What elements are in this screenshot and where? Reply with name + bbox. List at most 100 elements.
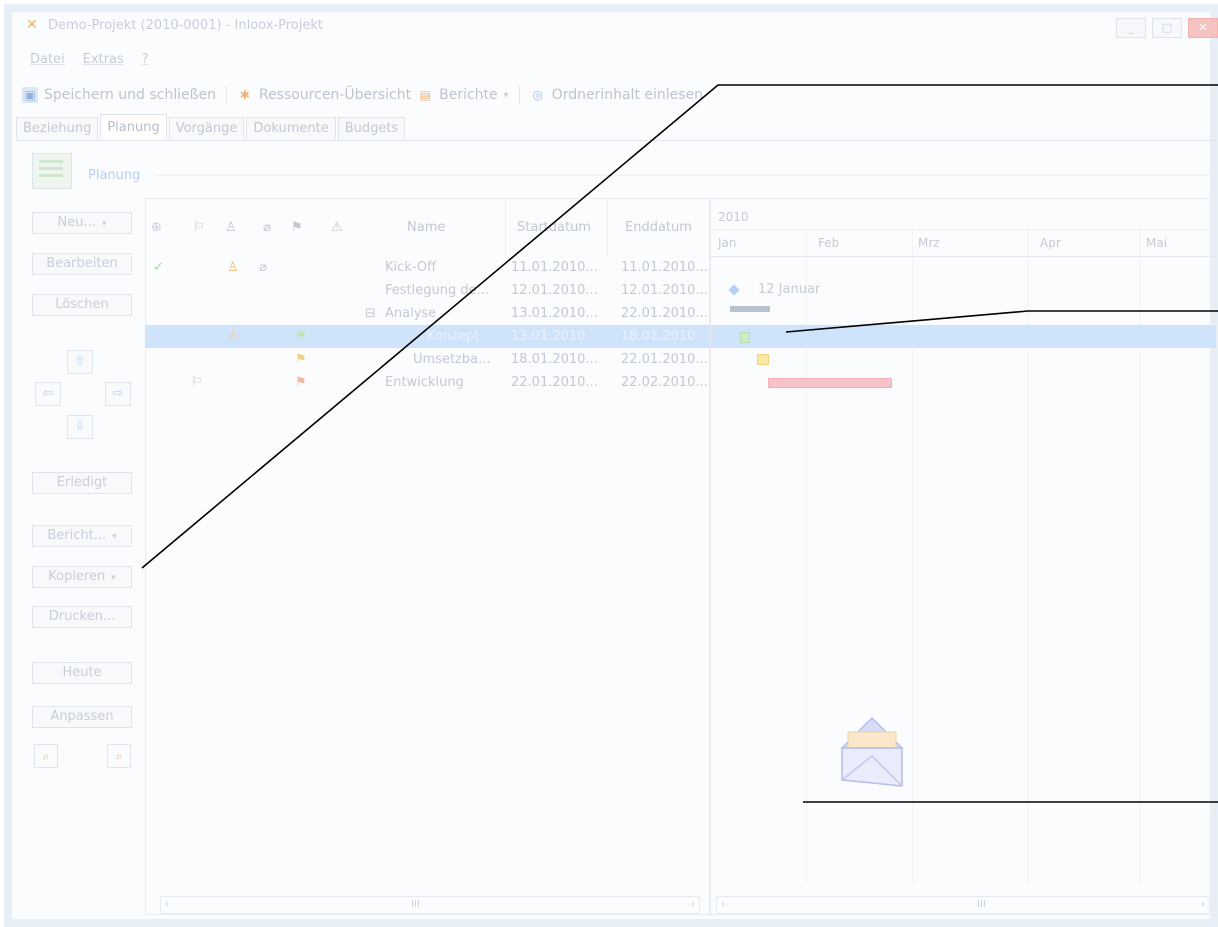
column-name[interactable]: Name [407, 220, 445, 235]
gantt-month: Apr [1040, 236, 1061, 250]
reports-button[interactable]: Berichte [439, 87, 498, 103]
toolbar-separator [225, 86, 227, 104]
gantt-task-bar[interactable] [768, 378, 892, 388]
task-start: 22.01.2010... [511, 375, 598, 390]
scroll-right-icon[interactable]: › [691, 899, 695, 910]
gantt-month: Feb [818, 236, 840, 250]
tab-budgets[interactable]: Budgets [337, 117, 406, 139]
edit-button[interactable]: Bearbeiten [32, 253, 132, 275]
menu-help[interactable]: ? [142, 52, 149, 67]
delete-button[interactable]: Löschen [32, 294, 132, 316]
task-name: Festlegung de... [385, 283, 490, 298]
table-row-selected[interactable]: ♙ ⚑ Konzept 13.01.2010 18.01.2010 [145, 325, 710, 348]
table-row[interactable]: ⊟ Analyse 13.01.2010... 22.01.2010... [145, 302, 710, 325]
tab-dokumente[interactable]: Dokumente [246, 117, 336, 139]
copy-button[interactable]: Kopieren ▾ [32, 566, 132, 588]
new-button-label: Neu... [57, 215, 96, 230]
task-start: 12.01.2010... [511, 283, 598, 298]
report-button-label: Bericht... [47, 528, 107, 543]
column-end-date[interactable]: Enddatum [625, 220, 692, 235]
tab-beziehung[interactable]: Beziehung [16, 117, 99, 139]
task-name: Konzept [427, 329, 480, 344]
gantt-header-divider [710, 256, 1216, 257]
move-up-icon[interactable]: ⇧ [67, 350, 93, 374]
minimize-button[interactable]: _ [1116, 18, 1146, 38]
menu-datei[interactable]: Datei [30, 52, 65, 67]
task-start: 11.01.2010... [511, 260, 598, 275]
user-icon: ♙ [227, 260, 239, 275]
gantt-month: Jan [718, 236, 737, 250]
task-name: Kick-Off [385, 260, 437, 275]
tab-divider [16, 140, 1216, 141]
zoom-in-icon[interactable]: ⌕ [107, 744, 131, 768]
table-row[interactable]: ✓ ♙ ⌀ Kick-Off 11.01.2010... 11.01.2010.… [145, 256, 710, 279]
priority-flag-icon: ⚑ [295, 375, 307, 390]
maximize-button[interactable]: □ [1152, 18, 1182, 38]
toolbar: ▣ Speichern und schließen ✱ Ressourcen-Ü… [22, 86, 703, 104]
scroll-left-icon[interactable]: ‹ [165, 899, 169, 910]
check-icon: ✓ [153, 260, 164, 275]
column-start-date[interactable]: Startdatum [517, 220, 591, 235]
scroll-thumb[interactable]: III [411, 899, 420, 910]
gantt-horizontal-scrollbar[interactable]: ‹ III › [716, 896, 1210, 914]
scroll-right-icon[interactable]: › [1201, 899, 1205, 910]
column-divider [505, 200, 506, 256]
reports-icon: ▤ [419, 88, 431, 102]
task-end: 18.01.2010 [621, 329, 696, 344]
attachment-icon: ⌀ [259, 260, 267, 275]
user-icon[interactable]: ♙ [225, 220, 237, 235]
gantt-summary-bar[interactable] [730, 306, 770, 312]
grid-header: ⊕ ⚐ ♙ ⌀ ⚑ ⚠ Name Startdatum Enddatum [145, 200, 710, 256]
new-button[interactable]: Neu... ▾ [32, 212, 132, 234]
task-name: Umsetzba... [413, 352, 491, 367]
indent-left-icon[interactable]: ⇦ [35, 382, 61, 406]
globe-icon[interactable]: ⊕ [151, 220, 162, 235]
resources-overview-button[interactable]: Ressourcen-Übersicht [259, 87, 411, 103]
chevron-down-icon: ▾ [111, 573, 116, 583]
priority-flag-icon[interactable]: ⚑ [291, 220, 303, 235]
resources-icon: ✱ [239, 88, 250, 102]
toolbar-separator [518, 86, 520, 104]
section-title: Planung [88, 168, 141, 183]
flag-icon[interactable]: ⚐ [193, 220, 205, 235]
collapse-icon[interactable]: ⊟ [365, 306, 376, 321]
scroll-thumb[interactable]: III [977, 899, 986, 910]
print-button[interactable]: Drucken... [32, 606, 132, 628]
menu-extras[interactable]: Extras [83, 52, 124, 67]
gantt-month: Mrz [918, 236, 940, 250]
priority-flag-icon: ⚑ [295, 352, 307, 367]
gantt-task-bar[interactable] [740, 332, 750, 343]
gantt-selected-row [711, 325, 1216, 348]
today-button[interactable]: Heute [32, 662, 132, 684]
gantt-task-bar[interactable] [757, 354, 769, 365]
table-row[interactable]: ⚑ Umsetzba... 18.01.2010... 22.01.2010..… [145, 348, 710, 371]
table-row[interactable]: ⚐ ⚑ Entwicklung 22.01.2010... 22.02.2010… [145, 371, 710, 394]
gantt-year: 2010 [718, 210, 749, 224]
read-folder-button[interactable]: Ordnerinhalt einlesen [552, 87, 703, 103]
adjust-button[interactable]: Anpassen [32, 706, 132, 728]
reports-dropdown-icon[interactable]: ▾ [504, 90, 509, 101]
tab-vorgaenge[interactable]: Vorgänge [168, 117, 245, 139]
close-button[interactable]: ✕ [1188, 18, 1218, 38]
report-button[interactable]: Bericht... ▾ [32, 525, 132, 547]
tab-planung[interactable]: Planung [100, 114, 167, 139]
task-start: 18.01.2010... [511, 352, 598, 367]
flag-icon: ⚐ [191, 375, 203, 390]
copy-button-label: Kopieren [48, 569, 106, 584]
attachment-icon[interactable]: ⌀ [263, 220, 271, 235]
done-button[interactable]: Erledigt [32, 472, 132, 494]
scroll-left-icon[interactable]: ‹ [721, 899, 725, 910]
section-divider [155, 175, 1215, 176]
move-down-icon[interactable]: ⇩ [67, 415, 93, 439]
task-start: 13.01.2010... [511, 306, 598, 321]
save-close-button[interactable]: Speichern und schließen [44, 87, 216, 103]
envelope-icon [840, 716, 904, 787]
window-title: Demo-Projekt (2010-0001) - Inloox-Projek… [48, 17, 323, 33]
task-end: 22.01.2010... [621, 306, 708, 321]
grid-horizontal-scrollbar[interactable]: ‹ III › [160, 896, 700, 914]
warning-icon[interactable]: ⚠ [331, 220, 343, 235]
table-row[interactable]: Festlegung de... 12.01.2010... 12.01.201… [145, 279, 710, 302]
indent-right-icon[interactable]: ⇨ [105, 382, 131, 406]
title-bar: ✕ Demo-Projekt (2010-0001) - Inloox-Proj… [12, 10, 1218, 40]
zoom-out-icon[interactable]: ⌕ [34, 744, 58, 768]
